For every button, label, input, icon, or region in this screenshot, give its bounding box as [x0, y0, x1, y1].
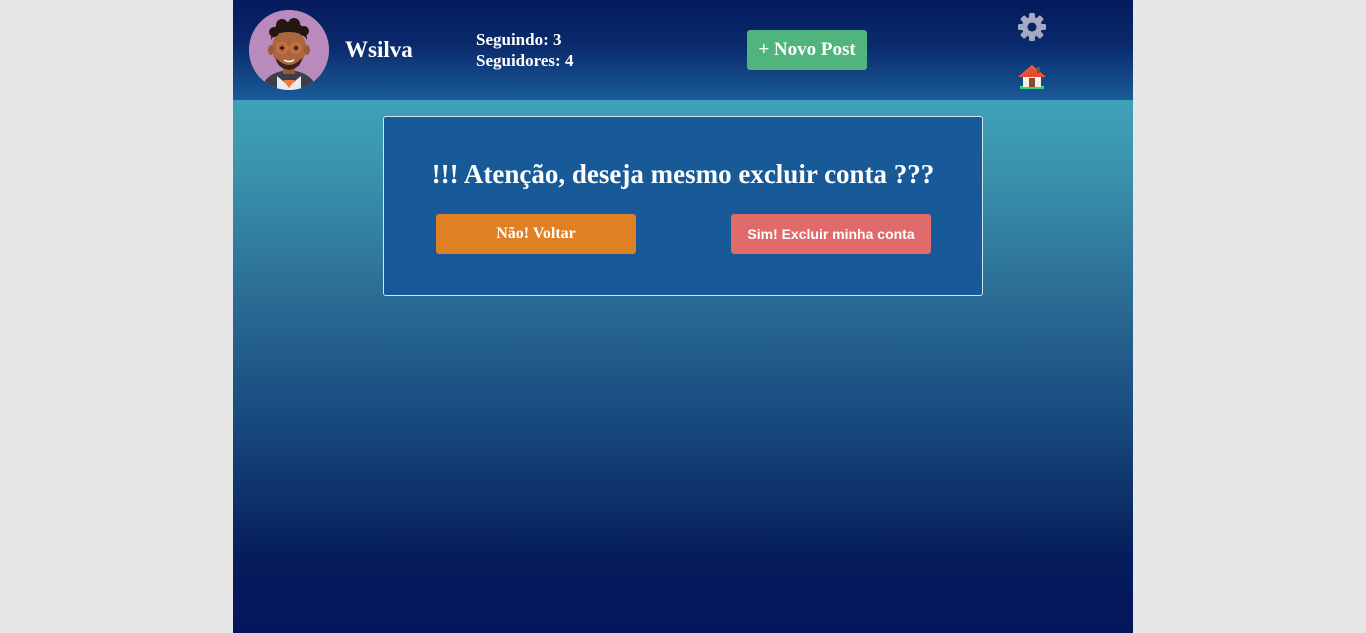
delete-account-button[interactable]: Sim! Excluir minha conta — [731, 214, 931, 254]
following-count[interactable]: Seguindo: 3 — [476, 29, 573, 50]
followers-count[interactable]: Seguidores: 4 — [476, 50, 573, 71]
gear-icon[interactable] — [1016, 11, 1048, 43]
follow-stats: Seguindo: 3 Seguidores: 4 — [476, 29, 573, 71]
cancel-button[interactable]: Não! Voltar — [436, 214, 636, 254]
profile-header: Wsilva Seguindo: 3 Seguidores: 4 + Novo … — [233, 0, 1133, 100]
home-icon[interactable] — [1016, 61, 1048, 93]
avatar-image — [249, 10, 329, 90]
dialog-title: !!! Atenção, deseja mesmo excluir conta … — [431, 159, 935, 189]
new-post-button[interactable]: + Novo Post — [747, 30, 867, 70]
username: Wsilva — [345, 37, 413, 62]
app-container: Wsilva Seguindo: 3 Seguidores: 4 + Novo … — [233, 0, 1133, 633]
avatar[interactable] — [249, 10, 329, 90]
delete-account-dialog: !!! Atenção, deseja mesmo excluir conta … — [383, 116, 983, 296]
